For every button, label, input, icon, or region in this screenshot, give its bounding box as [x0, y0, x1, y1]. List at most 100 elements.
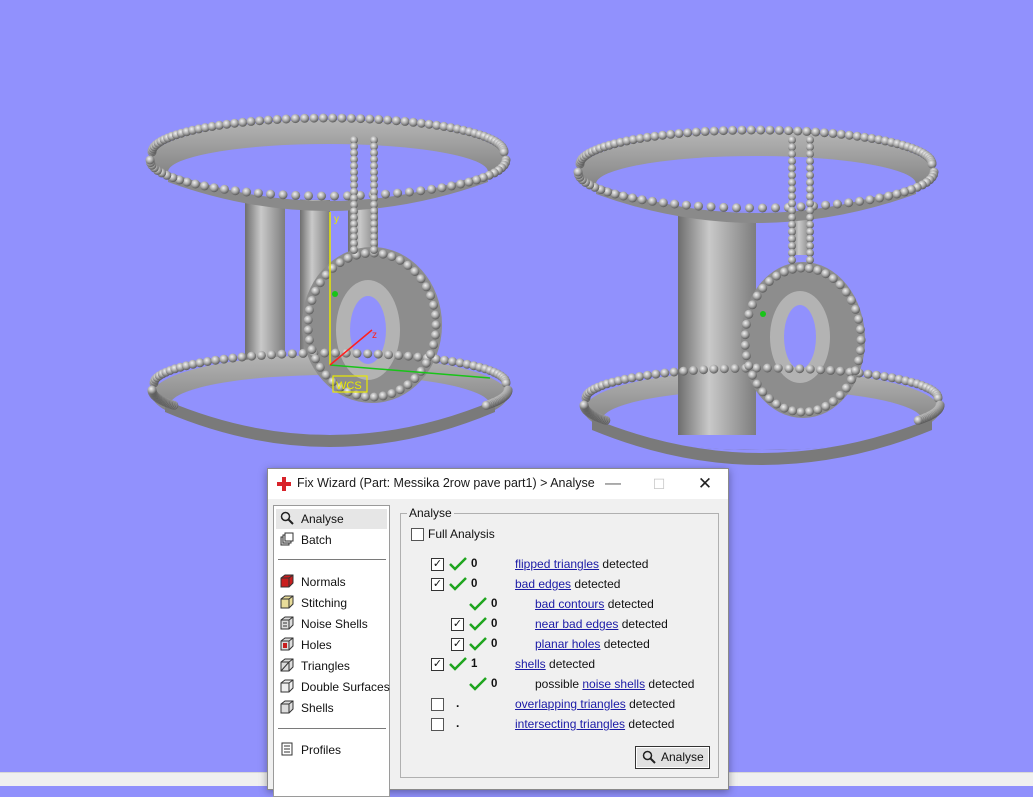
- pave-bead: [752, 291, 762, 301]
- pave-bead: [747, 370, 757, 380]
- pave-bead: [307, 295, 317, 305]
- pave-bead: [410, 267, 420, 276]
- pave-bead: [773, 363, 783, 373]
- pave-bead: [805, 364, 815, 374]
- overlapping-triangles-checkbox[interactable]: [431, 698, 444, 711]
- nav-item-noise-shells[interactable]: Noise Shells: [276, 614, 387, 634]
- bad-edges-checkbox[interactable]: ✓: [431, 578, 444, 591]
- pave-bead: [387, 252, 397, 261]
- pave-bead: [378, 249, 388, 259]
- pave-bead: [854, 356, 863, 366]
- pave-bead: [341, 348, 351, 358]
- nav-item-shells[interactable]: Shells: [276, 698, 387, 718]
- nav-separator: [278, 559, 386, 560]
- pave-bead: [758, 203, 767, 213]
- nav-item-profiles[interactable]: Profiles: [276, 740, 387, 760]
- pave-bead: [806, 178, 814, 187]
- shells-checkbox[interactable]: ✓: [431, 658, 444, 671]
- magnifier-icon: [280, 511, 294, 525]
- intersecting-triangles-link[interactable]: intersecting triangles: [515, 717, 625, 731]
- nav-item-normals[interactable]: Normals: [276, 572, 387, 592]
- holes-cube-icon: [280, 637, 294, 651]
- detected-text: detected: [628, 717, 675, 731]
- pave-bead: [719, 202, 729, 212]
- nav-item-label: Analyse: [301, 512, 344, 526]
- normals-cube-icon: [280, 574, 294, 588]
- pave-bead: [328, 113, 338, 123]
- flipped-triangles-link[interactable]: flipped triangles: [515, 557, 599, 571]
- noise-shells-link[interactable]: noise shells: [582, 677, 645, 691]
- pave-bead: [806, 220, 814, 229]
- pave-bead: [737, 125, 747, 135]
- intersecting-triangles-checkbox[interactable]: [431, 718, 444, 731]
- pave-bead: [779, 403, 789, 413]
- pave-bead: [437, 183, 447, 193]
- pave-bead: [429, 340, 438, 350]
- nav-item-analyse[interactable]: Analyse: [276, 509, 387, 529]
- pave-bead: [381, 189, 390, 199]
- pave-bead: [813, 405, 823, 415]
- pave-bead: [400, 116, 410, 126]
- pave-bead: [321, 370, 331, 380]
- nav-item-holes[interactable]: Holes: [276, 635, 387, 655]
- pave-bead: [255, 116, 265, 126]
- pave-bead: [795, 364, 805, 374]
- nav-item-stitching[interactable]: Stitching: [276, 593, 387, 613]
- bad-edges-link[interactable]: bad edges: [515, 577, 571, 591]
- pave-bead: [238, 117, 248, 127]
- pave-bead: [884, 191, 894, 201]
- near-bad-edges-checkbox[interactable]: ✓: [451, 618, 464, 631]
- pave-bead: [788, 157, 796, 166]
- pave-bead: [788, 143, 796, 152]
- pave-bead: [370, 246, 378, 254]
- title-bar[interactable]: Fix Wizard (Part: Messika 2row pave part…: [268, 469, 728, 499]
- nav-item-double-surfaces[interactable]: Double Surfaces: [276, 677, 390, 697]
- pave-bead: [872, 370, 881, 380]
- nav-item-triangles[interactable]: Triangles: [276, 656, 387, 676]
- pave-bead: [253, 188, 263, 198]
- ok-check-icon: [469, 617, 487, 631]
- batch-icon: [280, 532, 294, 546]
- pave-bead: [421, 358, 431, 368]
- detected-text: detected: [549, 657, 596, 671]
- nav-item-label: Profiles: [301, 743, 342, 757]
- shells-cube-icon: [280, 700, 294, 714]
- flipped-triangles-checkbox[interactable]: ✓: [431, 558, 444, 571]
- pave-bead: [836, 129, 846, 139]
- pave-bead: [811, 127, 821, 137]
- pave-bead: [256, 350, 266, 360]
- pave-bead: [430, 310, 440, 320]
- minimize-button[interactable]: —: [590, 469, 636, 499]
- close-button[interactable]: ✕: [682, 469, 728, 499]
- bad-contours-link[interactable]: bad contours: [535, 597, 604, 611]
- pave-bead: [330, 348, 340, 358]
- maximize-button[interactable]: ☐: [636, 469, 682, 499]
- near-bad-edges-link[interactable]: near bad edges: [535, 617, 618, 631]
- planar-holes-checkbox[interactable]: ✓: [451, 638, 464, 651]
- planar-holes-link[interactable]: planar holes: [535, 637, 600, 651]
- pave-bead: [317, 191, 326, 201]
- pave-bead: [318, 113, 328, 123]
- pave-bead: [788, 185, 796, 194]
- pave-bead: [278, 190, 288, 200]
- pave-bead: [404, 187, 414, 197]
- pave-bead: [788, 248, 796, 257]
- pave-bead: [806, 150, 814, 159]
- overlapping-triangles-link[interactable]: overlapping triangles: [515, 697, 626, 711]
- flipped-triangles-row: flipped triangles detected: [515, 557, 648, 571]
- pave-bead: [788, 178, 796, 187]
- analyse-button[interactable]: Analyse: [635, 746, 710, 769]
- full-analysis-checkbox[interactable]: [411, 528, 424, 541]
- axis-z-label: z: [372, 330, 377, 341]
- pave-bead: [472, 175, 481, 185]
- pave-bead: [806, 143, 814, 152]
- pave-bead: [579, 400, 589, 410]
- shells-link[interactable]: shells: [515, 657, 546, 671]
- pave-bead: [740, 340, 750, 350]
- pave-bead: [360, 392, 370, 402]
- pave-bead: [856, 335, 866, 345]
- pave-bead: [403, 260, 413, 270]
- pave-bead: [369, 392, 379, 402]
- pave-bead: [674, 128, 684, 138]
- nav-item-batch[interactable]: Batch: [276, 530, 387, 550]
